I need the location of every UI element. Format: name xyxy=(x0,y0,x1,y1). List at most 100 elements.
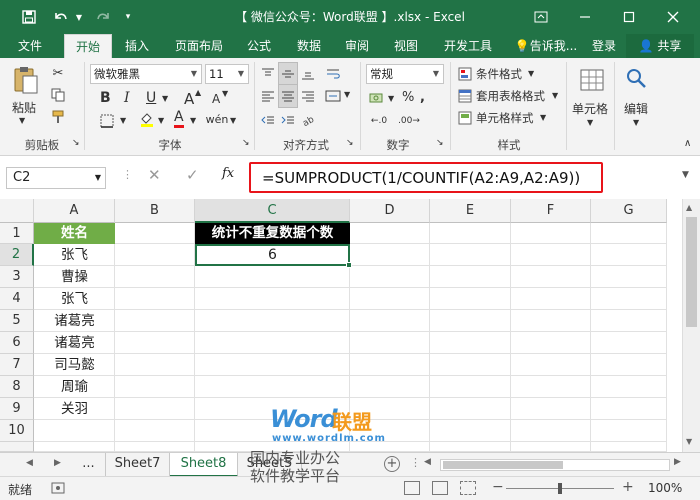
grid-cell[interactable] xyxy=(350,376,430,398)
sheet-tab-sheet8[interactable]: Sheet8 xyxy=(170,453,238,477)
grid-cell[interactable] xyxy=(511,244,591,266)
cells-icon[interactable] xyxy=(578,66,606,94)
merge-center-icon[interactable] xyxy=(322,86,344,106)
share-button[interactable]: 👤 共享 xyxy=(626,34,694,58)
comma-style-icon[interactable]: , xyxy=(420,90,425,105)
grid-cell[interactable] xyxy=(430,442,511,452)
grid-cell[interactable] xyxy=(591,332,667,354)
cell-a9[interactable]: 关羽 xyxy=(34,398,115,420)
minimize-icon[interactable] xyxy=(568,0,602,34)
cells-dropdown-icon[interactable]: ▼ xyxy=(587,118,593,127)
grid-cell[interactable] xyxy=(350,223,430,244)
horizontal-scroll-thumb[interactable] xyxy=(443,461,563,469)
format-painter-icon[interactable] xyxy=(48,108,68,126)
row-header-9[interactable]: 9 xyxy=(0,398,34,420)
editing-dropdown-icon[interactable]: ▼ xyxy=(633,118,639,127)
close-icon[interactable] xyxy=(656,0,690,34)
grid-cell[interactable] xyxy=(34,442,115,452)
fill-color-icon[interactable] xyxy=(136,110,158,128)
row-header-6[interactable]: 6 xyxy=(0,332,34,354)
grid-cell[interactable] xyxy=(511,310,591,332)
horizontal-scrollbar[interactable] xyxy=(440,459,670,471)
login-link[interactable]: 登录 xyxy=(586,34,622,58)
row-header-5[interactable]: 5 xyxy=(0,310,34,332)
undo-dropdown-icon[interactable]: ▼ xyxy=(74,0,84,34)
ribbon-display-icon[interactable] xyxy=(524,0,558,34)
tab-insert[interactable]: 插入 xyxy=(114,34,160,58)
collapse-ribbon-icon[interactable]: ∧ xyxy=(684,138,691,149)
split-handle-icon[interactable]: ⋮ xyxy=(410,456,421,469)
cell-a5[interactable]: 诸葛亮 xyxy=(34,310,115,332)
cut-icon[interactable]: ✂ xyxy=(48,64,68,82)
grid-cell[interactable] xyxy=(115,332,195,354)
grid-cell[interactable] xyxy=(430,354,511,376)
scroll-down-icon[interactable]: ▼ xyxy=(686,437,692,446)
currency-icon[interactable] xyxy=(366,88,388,108)
row-header-11[interactable] xyxy=(0,442,34,452)
grid-cell[interactable] xyxy=(511,354,591,376)
cell-c1[interactable]: 统计不重复数据个数 xyxy=(195,223,350,244)
paste-dropdown-icon[interactable]: ▼ xyxy=(19,116,25,125)
scroll-tabs-right-icon[interactable]: ▶ xyxy=(54,458,61,468)
zoom-slider-thumb[interactable] xyxy=(558,483,562,494)
fill-handle[interactable] xyxy=(346,262,352,268)
grid-cell[interactable] xyxy=(115,354,195,376)
vertical-scroll-thumb[interactable] xyxy=(686,217,697,327)
tab-formulas[interactable]: 公式 xyxy=(238,34,280,58)
phonetic-dropdown-icon[interactable]: ▼ xyxy=(230,116,236,125)
column-header-e[interactable]: E xyxy=(430,199,511,223)
borders-dropdown-icon[interactable]: ▼ xyxy=(120,116,126,125)
borders-icon[interactable] xyxy=(96,112,118,130)
font-size-select[interactable]: 11 ▼ xyxy=(205,64,249,84)
grid-cell[interactable] xyxy=(511,398,591,420)
grid-cell[interactable] xyxy=(511,332,591,354)
scroll-left-icon[interactable]: ◀ xyxy=(424,457,431,467)
phonetic-icon[interactable]: wén xyxy=(206,110,229,128)
cell-a6[interactable]: 诸葛亮 xyxy=(34,332,115,354)
more-sheets-left[interactable]: ... xyxy=(72,453,106,477)
grid-cell[interactable] xyxy=(591,310,667,332)
grid-cell[interactable] xyxy=(591,354,667,376)
redo-icon[interactable] xyxy=(92,0,114,34)
cell-a4[interactable]: 张飞 xyxy=(34,288,115,310)
tab-home[interactable]: 开始 xyxy=(64,34,112,58)
cell-c2[interactable]: 6 xyxy=(195,244,350,266)
cell-styles-dropdown-icon[interactable]: ▼ xyxy=(540,113,546,122)
grid-cell[interactable] xyxy=(195,332,350,354)
grid-cell[interactable] xyxy=(350,332,430,354)
grid-cell[interactable] xyxy=(34,420,115,442)
fill-color-dropdown-icon[interactable]: ▼ xyxy=(158,116,164,125)
grid-cell[interactable] xyxy=(195,376,350,398)
grid-cell[interactable] xyxy=(430,223,511,244)
grid-cell[interactable] xyxy=(115,310,195,332)
wrap-text-icon[interactable] xyxy=(322,64,344,84)
cell-styles-icon[interactable] xyxy=(456,110,474,126)
drag-handle-icon[interactable]: ⋮ xyxy=(122,168,133,181)
editing-label[interactable]: 编辑 xyxy=(624,100,648,117)
column-header-b[interactable]: B xyxy=(115,199,195,223)
grid-cell[interactable] xyxy=(195,354,350,376)
paste-label[interactable]: 粘贴 xyxy=(12,99,36,116)
cell-a1[interactable]: 姓名 xyxy=(34,223,115,244)
tab-view[interactable]: 视图 xyxy=(385,34,427,58)
conditional-formatting-button[interactable]: 条件格式 xyxy=(476,66,522,82)
grid-cell[interactable] xyxy=(430,332,511,354)
grid-cell[interactable] xyxy=(430,310,511,332)
grid-cell[interactable] xyxy=(511,376,591,398)
font-color-button[interactable]: A xyxy=(174,110,184,128)
font-color-dropdown-icon[interactable]: ▼ xyxy=(190,116,196,125)
conditional-formatting-icon[interactable] xyxy=(456,66,474,82)
merge-dropdown-icon[interactable]: ▼ xyxy=(344,90,350,99)
column-header-c[interactable]: C xyxy=(195,199,350,223)
page-layout-view-icon[interactable] xyxy=(432,481,448,495)
row-header-8[interactable]: 8 xyxy=(0,376,34,398)
increase-indent-icon[interactable] xyxy=(278,110,298,130)
grid-cell[interactable] xyxy=(115,376,195,398)
grid-cell[interactable] xyxy=(350,244,430,266)
customize-qat-icon[interactable]: ▾ xyxy=(120,0,136,34)
grid-cell[interactable] xyxy=(511,223,591,244)
cell-a2[interactable]: 张飞 xyxy=(34,244,115,266)
grid-cell[interactable] xyxy=(115,266,195,288)
grid-cell[interactable] xyxy=(591,244,667,266)
page-break-view-icon[interactable] xyxy=(460,481,476,495)
